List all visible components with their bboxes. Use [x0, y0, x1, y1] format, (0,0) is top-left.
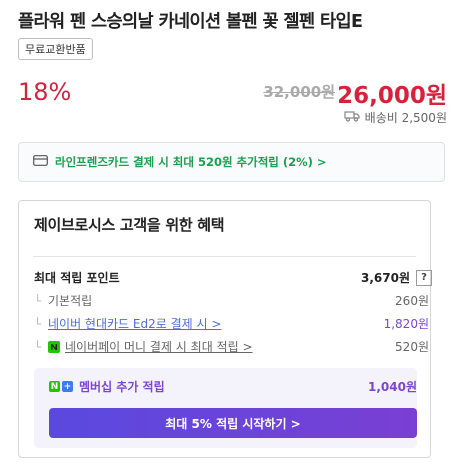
- hyundai-card-link[interactable]: 네이버 현대카드 Ed2로 결제 시 >: [48, 315, 221, 332]
- npay-icon: [48, 340, 60, 353]
- membership-row: N + 멤버십 추가 적립 1,040원: [49, 378, 417, 395]
- truck-icon: [344, 110, 360, 125]
- hyundai-card-value: 1,820원: [383, 317, 429, 331]
- basic-points-row: └ 기본적립 260원: [34, 293, 429, 309]
- divider: [33, 256, 416, 257]
- max-points-value: 3,670원: [361, 271, 410, 285]
- discount-rate: 18%: [18, 78, 72, 106]
- original-price: 32,000원: [263, 83, 335, 101]
- shipping-info: 배송비 2,500원: [344, 109, 447, 126]
- benefit-title: 제이브로시스 고객을 위한 혜택: [34, 216, 225, 234]
- card-promo-banner[interactable]: 라인프렌즈카드 결제 시 최대 520원 추가적립 (2%) >: [18, 142, 445, 182]
- help-icon[interactable]: ?: [416, 269, 432, 286]
- hyundai-card-row: └ 네이버 현대카드 Ed2로 결제 시 > 1,820원: [34, 315, 429, 332]
- card-promo-text: 라인프렌즈카드 결제 시 최대 520원 추가적립 (2%) >: [55, 155, 327, 169]
- credit-card-icon: [33, 155, 48, 169]
- free-return-badge: 무료교환반품: [18, 38, 93, 60]
- basic-points-label: 기본적립: [48, 294, 93, 308]
- npay-money-link[interactable]: 네이버페이 머니 결제 시 최대 적립 >: [65, 338, 253, 355]
- shipping-fee: 배송비 2,500원: [364, 111, 447, 125]
- npay-money-row: └ 네이버페이 머니 결제 시 최대 적립 > 520원: [34, 338, 429, 355]
- membership-label: 멤버십 추가 적립: [79, 380, 165, 394]
- basic-points-value: 260원: [395, 294, 429, 308]
- npay-money-value: 520원: [395, 340, 429, 354]
- product-title: 플라워 펜 스승의날 카네이션 볼펜 꽃 젤펜 타입E: [18, 12, 363, 32]
- start-points-button[interactable]: 최대 5% 적립 시작하기 >: [49, 408, 417, 438]
- sale-price: 26,000원: [337, 83, 447, 109]
- membership-value: 1,040원: [368, 380, 417, 394]
- max-points-row: 최대 적립 포인트 3,670원 ?: [34, 269, 432, 286]
- max-points-label: 최대 적립 포인트: [34, 271, 120, 285]
- naver-plus-icon: N +: [49, 381, 73, 392]
